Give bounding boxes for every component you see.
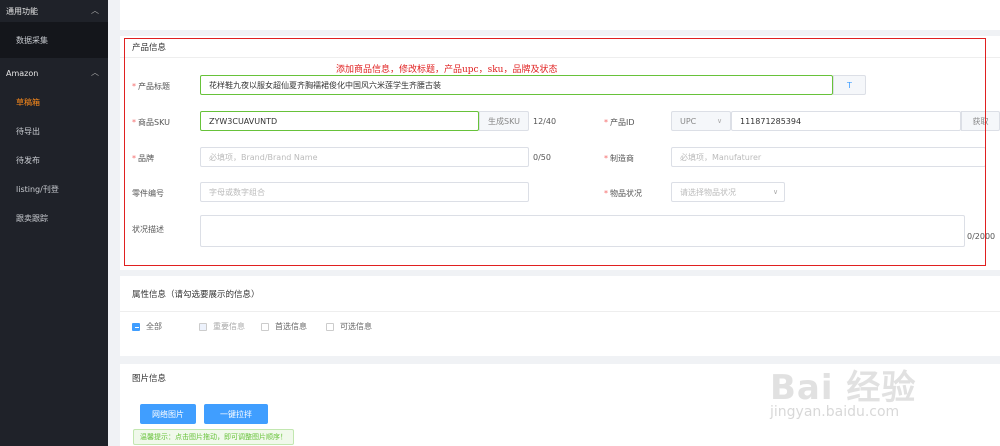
sidebar-group-amazon[interactable]: Amazon ︿ xyxy=(0,58,108,88)
product-id-label: * 产品ID xyxy=(604,118,635,127)
sidebar-item-label: 待发布 xyxy=(16,156,40,165)
brand-counter: 0/50 xyxy=(533,153,551,162)
baidu-watermark: Bai 经验 jingyan.baidu.com xyxy=(770,360,1000,446)
part-number-input[interactable]: 字母或数字组合 xyxy=(200,182,529,202)
product-title-input[interactable]: 花样鞋九夜以服女超仙夏齐胸襦裙俊化中国风六米莲学生齐腰古装 xyxy=(200,75,833,95)
manufacturer-input[interactable]: 必填项，Manufaturer xyxy=(671,147,986,167)
sidebar: 通用功能 ︿ 数据采集 Amazon ︿ 草稿箱 待导出 待发布 listing… xyxy=(0,0,108,446)
sidebar-group-label: Amazon xyxy=(6,68,39,78)
manufacturer-label: * 制造商 xyxy=(604,154,634,163)
sidebar-item-to-publish[interactable]: 待发布 xyxy=(0,146,108,175)
sidebar-group-common[interactable]: 通用功能 ︿ xyxy=(0,0,108,22)
title-label: * 产品标题 xyxy=(132,82,170,91)
sidebar-item-label: listing/刊登 xyxy=(16,185,59,194)
sidebar-item-listing[interactable]: listing/刊登 xyxy=(0,175,108,204)
fetch-id-button[interactable]: 获取 xyxy=(961,111,1000,131)
desc-counter: 0/2000 xyxy=(967,232,996,241)
tip-banner: 温馨提示：点击图片拖动，即可调整图片顺序！ xyxy=(133,429,294,445)
top-card xyxy=(120,0,1000,30)
brand-input[interactable]: 必填项，Brand/Brand Name xyxy=(200,147,529,167)
sidebar-item-to-export[interactable]: 待导出 xyxy=(0,117,108,146)
product-id-input[interactable]: 111871285394 xyxy=(731,111,961,131)
sidebar-item-drafts[interactable]: 草稿箱 xyxy=(0,88,108,117)
checkbox-checked-icon xyxy=(132,322,140,331)
watermark-logo: Bai 经验 xyxy=(770,368,917,408)
chevron-down-icon: ∨ xyxy=(717,117,723,125)
one-click-pull-button[interactable]: 一键拉拌 xyxy=(204,404,268,424)
annotation-text: 添加商品信息，修改标题，产品upc，sku，品牌及状态 xyxy=(336,65,558,75)
sidebar-item-label: 待导出 xyxy=(16,127,40,136)
sku-label: * 商品SKU xyxy=(132,118,170,127)
section-title: 属性信息（请勾选要展示的信息） xyxy=(120,276,1000,312)
checkbox-preferred[interactable]: 首选信息 xyxy=(261,321,307,332)
checkbox-icon xyxy=(199,322,207,331)
checkbox-important[interactable]: 重要信息 xyxy=(199,321,245,332)
sidebar-item-data-collect[interactable]: 数据采集 xyxy=(0,22,108,58)
title-font-button[interactable]: T xyxy=(833,75,866,95)
part-number-label: 零件编号 xyxy=(132,189,164,198)
checkbox-all[interactable]: 全部 xyxy=(132,321,162,332)
checkbox-icon xyxy=(326,322,334,331)
sidebar-item-label: 草稿箱 xyxy=(16,98,40,107)
checkbox-icon xyxy=(261,322,269,331)
network-image-button[interactable]: 网络图片 xyxy=(140,404,196,424)
sidebar-item-label: 跟卖跟踪 xyxy=(16,214,48,223)
watermark-url: jingyan.baidu.com xyxy=(770,404,900,420)
condition-desc-label: 状况描述 xyxy=(132,225,164,234)
section-title: 产品信息 xyxy=(120,36,1000,58)
chevron-up-icon: ︿ xyxy=(91,6,99,15)
condition-select[interactable]: 请选择物品状况 xyxy=(671,182,785,202)
condition-label: * 物品状况 xyxy=(604,189,642,198)
chevron-up-icon: ︿ xyxy=(91,68,99,77)
brand-label: * 品牌 xyxy=(132,154,154,163)
text-size-icon: T xyxy=(847,80,852,90)
sku-input[interactable]: ZYW3CUAVUNTD xyxy=(200,111,479,131)
sidebar-item-follow-track[interactable]: 跟卖跟踪 xyxy=(0,204,108,233)
generate-sku-button[interactable]: 生成SKU xyxy=(479,111,529,131)
sidebar-item-label: 数据采集 xyxy=(16,35,48,45)
sku-counter: 12/40 xyxy=(533,117,557,126)
attributes-card: 属性信息（请勾选要展示的信息） xyxy=(120,276,1000,356)
condition-desc-textarea[interactable] xyxy=(200,215,965,247)
sidebar-group-label: 通用功能 xyxy=(6,6,38,16)
checkbox-optional[interactable]: 可选信息 xyxy=(326,321,372,332)
chevron-down-icon: ∨ xyxy=(773,188,779,196)
